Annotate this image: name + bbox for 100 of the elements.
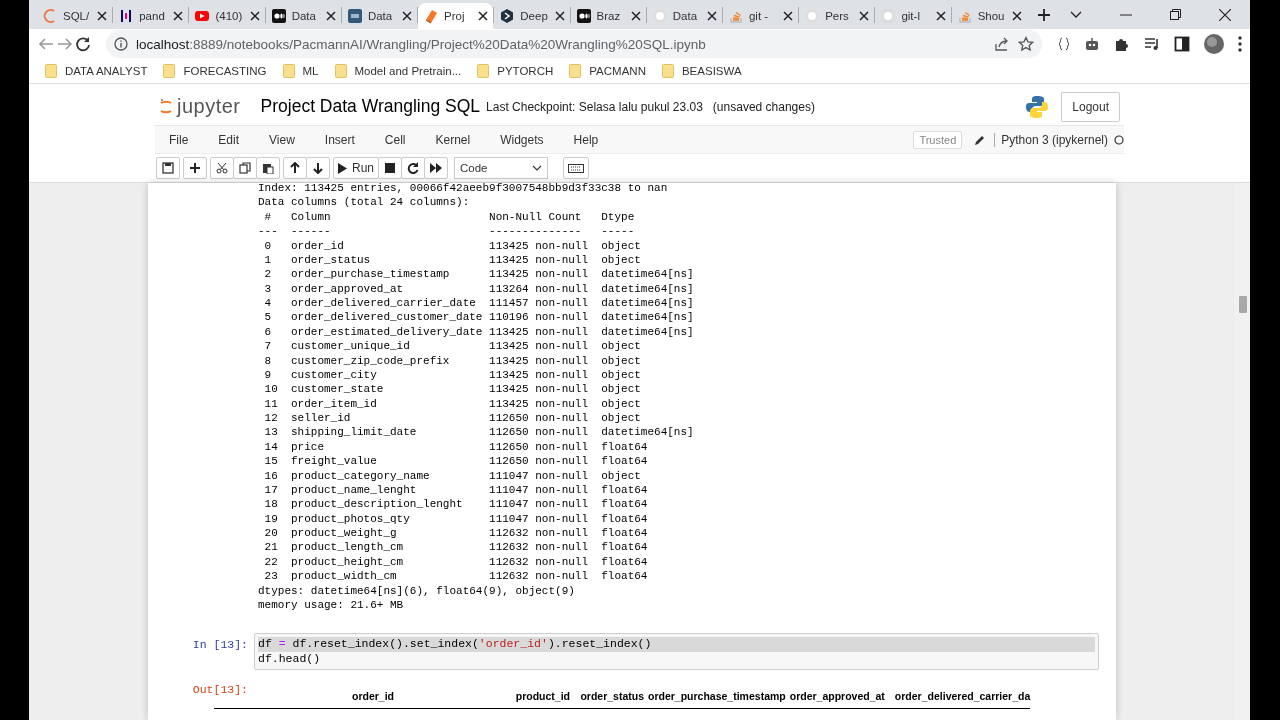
folder-icon <box>45 64 57 78</box>
close-icon[interactable] <box>478 11 489 21</box>
menu-item[interactable]: Insert <box>324 132 355 147</box>
add-button[interactable] <box>183 157 207 179</box>
notebook-title[interactable]: Project Data Wrangling SQL <box>260 96 481 117</box>
move-up-icon <box>289 162 301 174</box>
fast-forward-button[interactable] <box>424 157 448 179</box>
browser-tab[interactable]: (410) <box>189 3 265 29</box>
trusted-button[interactable]: Trusted <box>913 130 963 149</box>
output-line: 2 order_purchase_timestamp 113425 non-null datetime64[ns] <box>263 267 694 282</box>
copy-button[interactable] <box>233 157 257 179</box>
stop-button[interactable] <box>378 157 402 179</box>
braces-icon[interactable] <box>1058 37 1070 51</box>
chevron-down-icon[interactable] <box>1070 10 1082 19</box>
bookmark[interactable]: DATA ANALYST <box>45 64 148 78</box>
restart-button[interactable] <box>401 157 425 179</box>
bookmark[interactable]: FORECASTING <box>163 64 267 78</box>
close-icon[interactable] <box>325 11 336 21</box>
browser-tab[interactable]: Data <box>646 3 722 29</box>
close-icon[interactable] <box>97 11 108 21</box>
playlist-icon[interactable] <box>1144 37 1160 51</box>
reload-icon[interactable] <box>74 35 92 53</box>
browser-tab[interactable]: Braz <box>570 3 646 29</box>
robot-icon[interactable] <box>1084 36 1100 52</box>
close-icon[interactable] <box>859 11 870 21</box>
output-line: 18 product_description_lenght 111047 non-null float64 <box>263 497 648 512</box>
save-button[interactable] <box>156 157 180 179</box>
menu-item[interactable]: Kernel <box>435 132 471 147</box>
browser-tab[interactable]: Shou <box>951 3 1027 29</box>
info-icon <box>114 37 128 51</box>
menu-item[interactable]: File <box>169 132 189 147</box>
menu-item[interactable]: Help <box>573 132 599 147</box>
menu-item[interactable]: Cell <box>384 132 406 147</box>
move-up-button[interactable] <box>283 157 307 179</box>
browser-tab[interactable]: Deep <box>494 3 570 29</box>
hexagon-icon <box>499 8 516 24</box>
close-icon[interactable] <box>249 11 260 21</box>
browser-tab[interactable]: git - <box>722 3 799 29</box>
column-header: order_status <box>579 690 644 703</box>
folder-icon <box>282 64 295 78</box>
close-icon[interactable] <box>173 11 184 21</box>
menu-icon[interactable] <box>1238 36 1242 52</box>
close-icon[interactable] <box>1011 11 1022 21</box>
copy-icon <box>239 162 251 174</box>
bookmark[interactable]: PACMANN <box>569 64 646 78</box>
output-line: 0 order_id 113425 non-null object <box>263 238 641 253</box>
browser-tab[interactable]: Proj <box>418 3 494 29</box>
kernel-idle-icon <box>1114 134 1124 145</box>
output-line: 15 freight_value 112650 non-null float64 <box>263 454 648 469</box>
browser-tab[interactable]: Pers <box>799 3 875 29</box>
run-button[interactable]: Run <box>333 157 379 179</box>
menu-item[interactable]: Edit <box>218 132 240 147</box>
close-icon[interactable] <box>1219 8 1231 21</box>
output-line: 21 product_length_cm 112632 non-null float64 <box>263 540 648 555</box>
close-icon[interactable] <box>783 11 794 21</box>
keyboard-button[interactable] <box>563 157 589 179</box>
bookmark[interactable]: PYTORCH <box>477 64 554 78</box>
bookmark[interactable]: BEASISWA <box>661 64 742 78</box>
minimize-icon[interactable] <box>1120 13 1132 16</box>
browser-tab[interactable]: pand <box>113 3 189 29</box>
bookmark[interactable]: Model and Pretrain... <box>334 64 462 78</box>
output-line: 1 order_status 113425 non-null object <box>263 252 641 268</box>
close-icon[interactable] <box>935 11 946 21</box>
star-icon[interactable] <box>1018 36 1034 52</box>
column-header: order_purchase_timestamp <box>647 690 786 703</box>
cut-button[interactable] <box>210 157 234 179</box>
address-field[interactable]: localhost:8889/notebooks/PacmannAI/Wrangling/Project%20Data%20Wrangling%20SQL.ipynb <box>106 30 1042 58</box>
bookmark[interactable]: ML <box>282 64 319 78</box>
browser-tab[interactable]: SQL/ <box>37 3 113 29</box>
output-line: 12 seller_id 112650 non-null object <box>263 411 641 426</box>
output-line: 3 order_approved_at 113264 non-null datetime64[ns] <box>263 281 694 296</box>
puzzle-icon[interactable] <box>1114 36 1130 52</box>
square-icon <box>346 8 363 24</box>
browser-tab[interactable]: Data <box>265 3 341 29</box>
menu-item[interactable]: Widgets <box>500 132 544 147</box>
close-icon[interactable] <box>554 11 565 21</box>
avatar-icon[interactable] <box>1204 34 1224 54</box>
cell-type-dropdown[interactable]: Code <box>454 157 548 179</box>
side-panel-icon[interactable] <box>1174 36 1190 52</box>
column-header: order_delivered_carrier_da <box>893 690 1031 703</box>
code-cell[interactable]: df = df.reset_index().set_index('order_id').reset_index() df.head() <box>254 633 1099 671</box>
menu-item[interactable]: View <box>269 132 295 147</box>
move-down-button[interactable] <box>306 157 330 179</box>
close-icon[interactable] <box>630 11 641 21</box>
dots-icon <box>270 8 287 24</box>
output-line: 8 customer_zip_code_prefix 113425 non-null object <box>263 353 641 368</box>
pencil-icon[interactable] <box>974 133 987 146</box>
scrollbar-thumb[interactable] <box>1239 296 1247 313</box>
keyboard-icon <box>568 162 584 174</box>
logout-button[interactable]: Logout <box>1061 91 1120 122</box>
output-line: 17 product_name_lenght 111047 non-null float64 <box>263 482 648 498</box>
restore-icon[interactable] <box>1170 9 1181 20</box>
paste-button[interactable] <box>256 157 280 179</box>
plus-icon[interactable] <box>1036 7 1051 22</box>
close-icon[interactable] <box>402 11 413 21</box>
column-header: order_approved_at <box>788 690 885 703</box>
share-icon[interactable] <box>994 36 1010 52</box>
browser-tab[interactable]: git-l <box>875 3 951 29</box>
close-icon[interactable] <box>707 11 717 21</box>
browser-tab[interactable]: Data <box>341 3 418 29</box>
